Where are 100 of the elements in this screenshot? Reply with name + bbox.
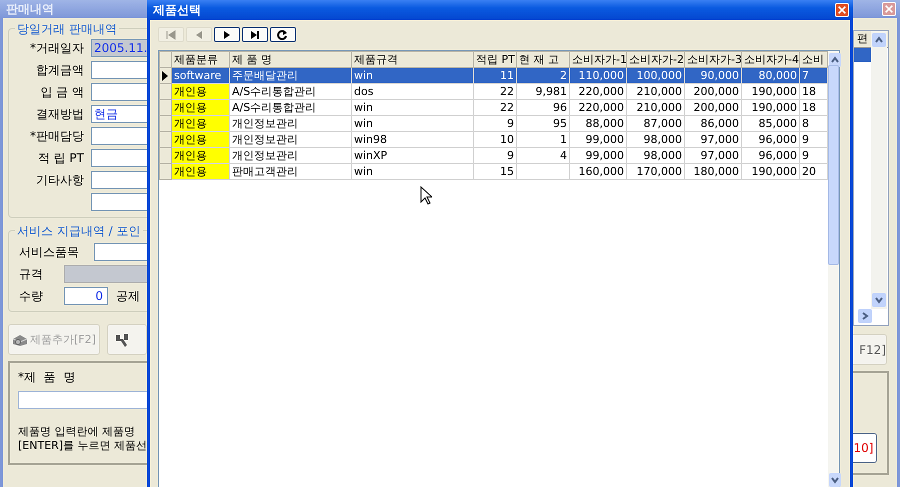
table-cell: win <box>352 116 474 132</box>
field-label: *판매담당 <box>29 128 85 144</box>
field-label: *제 품 명 <box>18 369 76 386</box>
column-header[interactable]: 적립 PT <box>474 52 516 68</box>
table-cell: 9,981 <box>516 84 570 100</box>
column-header[interactable]: 소비자가-1 <box>570 52 626 68</box>
table-cell: 판매고객관리 <box>230 164 352 180</box>
table-cell: 개인용 <box>172 164 230 180</box>
table-cell: 98,000 <box>626 148 684 164</box>
table-cell: 11 <box>474 68 516 84</box>
table-cell: 개인용 <box>172 132 230 148</box>
column-header[interactable]: 제 품 명 <box>230 52 352 68</box>
field-label: 공제 <box>116 288 140 304</box>
window-title: 판매내역 <box>6 0 54 18</box>
table-cell: 85,000 <box>742 116 800 132</box>
mouse-cursor-icon <box>420 186 432 205</box>
scroll-thumb[interactable] <box>828 65 839 265</box>
help-text: [ENTER]를 누르면 제품선 <box>18 439 147 453</box>
table-cell <box>516 164 570 180</box>
table-cell: 2 <box>516 68 570 84</box>
scroll-up-icon <box>829 53 841 67</box>
table-cell: 개인용 <box>172 148 230 164</box>
table-cell: 9 <box>474 148 516 164</box>
table-cell: 15 <box>474 164 516 180</box>
field-label: *거래일자 <box>29 40 85 56</box>
input-field[interactable]: 현금 <box>91 105 147 123</box>
table-cell: 98,000 <box>626 132 684 148</box>
table-cell: 180,000 <box>684 164 742 180</box>
close-button[interactable] <box>835 3 849 17</box>
close-icon <box>837 5 847 15</box>
field-label: 적 립 PT <box>36 150 85 166</box>
table-cell: 96 <box>516 100 570 116</box>
table-cell: win <box>352 68 474 84</box>
table-cell: 200,000 <box>684 84 742 100</box>
table-cell: software <box>172 68 230 84</box>
input-field[interactable]: 0 <box>64 287 108 305</box>
table-cell: A/S수리통합관리 <box>230 84 352 100</box>
table-cell: winXP <box>352 148 474 164</box>
group-title: 서비스 지급내역 / 포인 <box>15 223 142 240</box>
column-header[interactable]: 제품분류 <box>172 52 230 68</box>
table-cell: 190,000 <box>742 100 800 116</box>
table-cell: 96,000 <box>742 148 800 164</box>
table-cell: 1 <box>516 132 570 148</box>
scroll-right-icon <box>858 309 872 323</box>
field-label: 수량 <box>19 288 44 304</box>
table-cell: 22 <box>474 100 516 116</box>
function-button[interactable]: 10] <box>851 433 877 463</box>
table-cell: 90,000 <box>684 68 742 84</box>
help-text: 제품명 입력란에 제품명 <box>18 425 136 439</box>
table-cell: win <box>352 164 474 180</box>
field-label: 입 금 액 <box>39 84 85 100</box>
input-field[interactable]: 2005.11. <box>91 39 147 57</box>
scroll-down-icon <box>829 473 841 487</box>
first-icon <box>164 28 178 40</box>
nav-button[interactable] <box>270 27 296 42</box>
field-label: 결재방법 <box>35 106 85 122</box>
boxes-icon <box>12 332 28 346</box>
scrollbar[interactable] <box>871 31 887 309</box>
table-cell: 10 <box>474 132 516 148</box>
table-cell: 220,000 <box>570 100 626 116</box>
table-cell: 88,000 <box>570 116 626 132</box>
table-cell: 95 <box>516 116 570 132</box>
table-cell: win <box>352 100 474 116</box>
table-cell: 개인용 <box>172 100 230 116</box>
refresh-icon <box>276 28 290 40</box>
table-cell: 9 <box>474 116 516 132</box>
group-title: 당일거래 판매내역 <box>15 21 119 38</box>
field-label: 규격 <box>19 266 44 282</box>
nav-button[interactable] <box>214 27 240 42</box>
scrollbar[interactable] <box>828 51 839 487</box>
table-cell: 200,000 <box>684 100 742 116</box>
column-header: 편 <box>857 31 868 47</box>
column-header[interactable]: 소비자가-4 <box>742 52 800 68</box>
table-cell: 97,000 <box>684 132 742 148</box>
table-cell: 개인정보관리 <box>230 148 352 164</box>
table-cell: 개인용 <box>172 116 230 132</box>
tool-button[interactable] <box>106 324 147 355</box>
column-header[interactable]: 현 재 고 <box>516 52 570 68</box>
table-cell: 220,000 <box>570 84 626 100</box>
table-cell: 주문배달관리 <box>230 68 352 84</box>
close-icon <box>884 4 894 14</box>
field-label: 기타사항 <box>35 172 85 188</box>
field-label: 서비스품목 <box>19 244 80 260</box>
field-label: 합계금액 <box>35 62 85 78</box>
table-cell: 170,000 <box>626 164 684 180</box>
table-cell: 7 <box>800 68 828 84</box>
table-cell: 22 <box>474 84 516 100</box>
table-cell: 개인용 <box>172 84 230 100</box>
window-title: 제품선택 <box>153 2 201 18</box>
column-header[interactable]: 소비자가-2 <box>626 52 684 68</box>
nav-button[interactable] <box>242 27 268 42</box>
table-cell: 190,000 <box>742 84 800 100</box>
table-cell: 210,000 <box>626 100 684 116</box>
column-header[interactable]: 제품규격 <box>352 52 474 68</box>
table-cell: win98 <box>352 132 474 148</box>
table-cell: 210,000 <box>626 84 684 100</box>
table-cell: 99,000 <box>570 148 626 164</box>
table-cell: 개인정보관리 <box>230 116 352 132</box>
column-header[interactable]: 소비 <box>800 52 828 68</box>
table-cell: 4 <box>516 148 570 164</box>
